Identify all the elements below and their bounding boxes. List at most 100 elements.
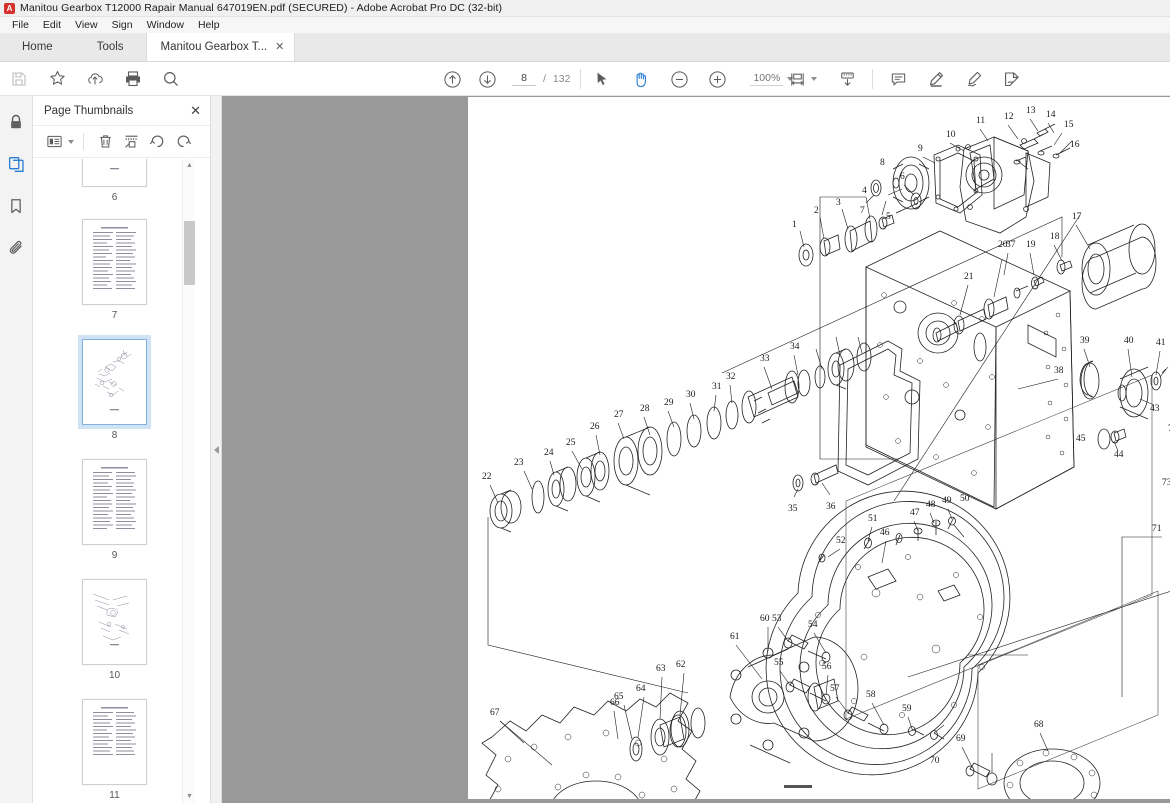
svg-text:29: 29: [664, 398, 674, 408]
svg-text:35: 35: [788, 504, 798, 514]
svg-text:43: 43: [1150, 404, 1160, 414]
rotate-counterclockwise-icon[interactable]: [145, 131, 169, 153]
sidebar-item-attachments[interactable]: [4, 236, 28, 260]
panel-toolbar: [33, 126, 210, 158]
zoom-out-icon[interactable]: [668, 68, 690, 90]
svg-text:69: 69: [956, 734, 966, 744]
svg-text:64: 64: [636, 684, 646, 694]
rotate-clockwise-icon[interactable]: [171, 131, 195, 153]
print-icon[interactable]: [122, 68, 144, 90]
svg-text:27: 27: [614, 410, 624, 420]
pdf-page[interactable]: 1 2 3 4 5 6 7 8 9 10 11 12 13 14 15 16 1: [468, 97, 1170, 799]
previous-page-icon[interactable]: [441, 68, 463, 90]
comment-icon[interactable]: [887, 68, 909, 90]
page-number-input[interactable]: [512, 72, 536, 86]
collapse-navigation-pane[interactable]: [211, 96, 222, 803]
thumbnail-frame: [82, 159, 147, 187]
menu-view[interactable]: View: [68, 17, 105, 34]
save-icon[interactable]: [8, 68, 30, 90]
svg-text:6: 6: [900, 172, 905, 182]
sidebar-item-security[interactable]: [4, 110, 28, 134]
svg-text:55: 55: [774, 658, 784, 668]
svg-text:23: 23: [514, 458, 524, 468]
scroll-down-icon[interactable]: ▼: [183, 790, 196, 803]
list-item[interactable]: 9: [33, 459, 196, 563]
thumbnail-size-icon[interactable]: [42, 131, 66, 153]
svg-text:70: 70: [930, 756, 940, 766]
svg-text:16: 16: [1070, 140, 1080, 150]
hand-tool-icon[interactable]: [630, 68, 652, 90]
toolbar-right-group: [786, 62, 1023, 96]
star-icon[interactable]: [46, 68, 68, 90]
list-item-selected[interactable]: 8: [33, 335, 196, 443]
chevron-down-icon[interactable]: [68, 139, 74, 144]
list-item[interactable]: 7: [33, 219, 196, 323]
thumbnail-number: 10: [108, 670, 121, 681]
thumbnail-list[interactable]: 6 7 8 9 10 11: [33, 159, 196, 803]
thumbnail-preview-table: [83, 700, 146, 784]
panel-title: Page Thumbnails: [44, 104, 134, 117]
svg-text:45: 45: [1076, 434, 1086, 444]
thumbnail-preview-diagram: [83, 159, 146, 186]
list-item[interactable]: 10: [33, 579, 196, 683]
tab-document[interactable]: Manitou Gearbox T... ✕: [145, 33, 296, 61]
thumbnail-frame: [78, 335, 151, 429]
panel-header: Page Thumbnails ✕: [33, 96, 210, 126]
svg-text:53: 53: [772, 614, 782, 624]
svg-text:46: 46: [880, 528, 890, 538]
zoom-in-icon[interactable]: [706, 68, 728, 90]
close-icon[interactable]: ✕: [275, 41, 284, 53]
svg-text:56: 56: [822, 662, 832, 672]
svg-text:48: 48: [926, 500, 936, 510]
close-icon[interactable]: ✕: [190, 104, 201, 117]
svg-text:32: 32: [726, 372, 736, 382]
fit-page-icon[interactable]: [786, 68, 808, 90]
scroll-up-icon[interactable]: ▲: [183, 159, 196, 172]
svg-text:8: 8: [880, 158, 885, 168]
svg-text:28: 28: [640, 404, 650, 414]
menu-sign[interactable]: Sign: [105, 17, 140, 34]
menu-window[interactable]: Window: [140, 17, 191, 34]
page-separator: /: [543, 73, 546, 85]
svg-text:10: 10: [946, 130, 956, 140]
page-thumbnails-panel: Page Thumbnails ✕ 6 7 8 9 10 11 ▲ ▼: [33, 96, 211, 803]
tab-home[interactable]: Home: [0, 33, 75, 61]
svg-text:1: 1: [792, 220, 797, 230]
scroll-mode-icon[interactable]: [836, 68, 858, 90]
menu-help[interactable]: Help: [191, 17, 227, 34]
document-viewport[interactable]: 1 2 3 4 5 6 7 8 9 10 11 12 13 14 15 16 1: [222, 96, 1170, 803]
sign-icon[interactable]: [963, 68, 985, 90]
page-total: 132: [552, 73, 571, 85]
thumbnail-scrollbar[interactable]: ▲ ▼: [182, 159, 195, 803]
toolbar-left-group: [0, 68, 182, 90]
toolbar-divider-2: [872, 69, 873, 89]
zoom-level-value: 100%: [750, 72, 784, 86]
search-icon[interactable]: [160, 68, 182, 90]
svg-text:22: 22: [482, 472, 492, 482]
upload-cloud-icon[interactable]: [84, 68, 106, 90]
svg-text:26: 26: [590, 422, 600, 432]
chevron-left-icon: [213, 445, 219, 454]
svg-text:34: 34: [790, 342, 800, 352]
stamp-icon[interactable]: [1001, 68, 1023, 90]
next-page-icon[interactable]: [476, 68, 498, 90]
svg-text:52: 52: [836, 536, 846, 546]
svg-text:12: 12: [1004, 112, 1014, 122]
scrollbar-thumb[interactable]: [184, 221, 195, 285]
highlight-icon[interactable]: [925, 68, 947, 90]
svg-text:39: 39: [1080, 336, 1090, 346]
fit-page-chevron-down-icon[interactable]: [811, 77, 817, 81]
select-cursor-icon[interactable]: [591, 68, 613, 90]
menu-edit[interactable]: Edit: [36, 17, 68, 34]
menu-file[interactable]: File: [5, 17, 36, 34]
sidebar-item-bookmarks[interactable]: [4, 194, 28, 218]
list-item[interactable]: 6: [33, 159, 196, 205]
window-title: Manitou Gearbox T12000 Rapair Manual 647…: [20, 2, 503, 14]
sidebar-item-page-thumbnails[interactable]: [4, 152, 28, 176]
delete-pages-icon[interactable]: [93, 131, 117, 153]
thumbnail-preview-table: [83, 220, 146, 304]
list-item[interactable]: 11: [33, 699, 196, 803]
extract-pages-icon[interactable]: [119, 131, 143, 153]
acrobat-app-icon: A: [4, 2, 15, 14]
tab-tools[interactable]: Tools: [75, 33, 146, 61]
